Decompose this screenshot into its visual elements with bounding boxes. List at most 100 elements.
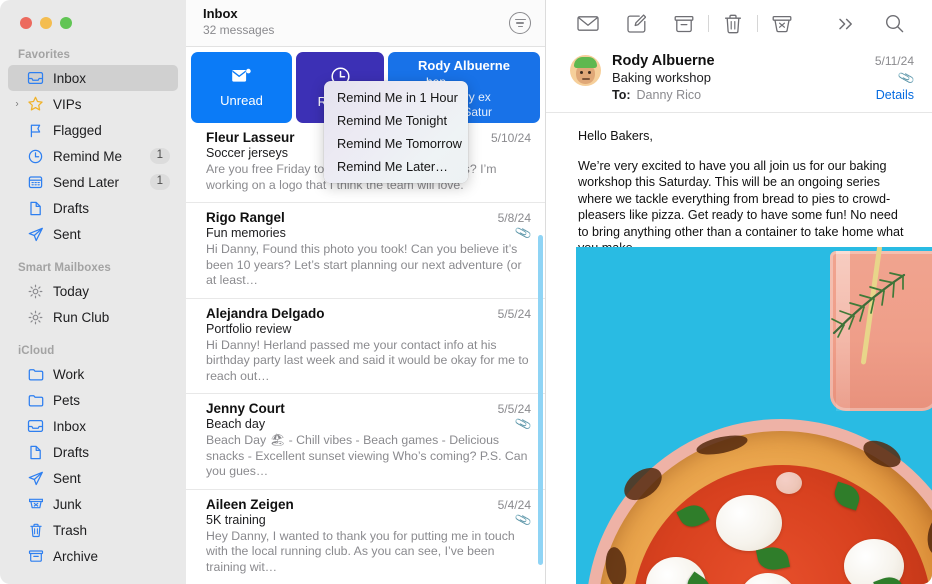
menu-item-remind-later[interactable]: Remind Me Later…	[324, 155, 468, 178]
list-item-date: 5/5/24	[497, 306, 531, 321]
sidebar-item-icloud-drafts[interactable]: Drafts	[8, 439, 178, 465]
message-body: Hello Bakers, We’re very excited to have…	[546, 113, 932, 269]
flag-icon	[26, 122, 45, 139]
mozzarella-blob	[716, 495, 782, 551]
chevron-right-icon[interactable]: ›	[12, 99, 22, 110]
sidebar-item-icloud-sent[interactable]: Sent	[8, 465, 178, 491]
paperclip-icon: 📎	[897, 68, 916, 87]
list-item[interactable]: Rigo Rangel 5/8/24 Fun memories 📎 Hi Dan…	[186, 203, 545, 299]
list-item-preview: Beach Day 🏖 - Chill vibes - Beach games …	[206, 433, 528, 478]
compose-icon[interactable]	[612, 9, 660, 39]
message-header-text: Rody Albuerne 5/11/24 Baking workshop 📎 …	[612, 53, 916, 102]
folder-icon	[26, 392, 45, 409]
list-item-sender: Jenny Court	[206, 401, 285, 416]
sidebar-item-inbox[interactable]: Inbox	[8, 65, 178, 91]
list-item-date: 5/4/24	[497, 497, 531, 512]
sidebar-item-badge: 1	[149, 148, 170, 164]
memoji-avatar	[570, 55, 601, 86]
sidebar-section-icloud: iCloud	[18, 345, 55, 357]
message-list-scrollbar[interactable]	[538, 235, 543, 565]
to-label: To:	[612, 88, 631, 102]
sidebar-item-vips[interactable]: › VIPs	[8, 91, 178, 117]
sidebar-item-junk[interactable]: Junk	[8, 491, 178, 517]
menu-item-remind-tomorrow[interactable]: Remind Me Tomorrow	[324, 132, 468, 155]
sidebar-item-drafts[interactable]: Drafts	[8, 195, 178, 221]
margherita-pizza-photo[interactable]	[576, 247, 932, 584]
sidebar-item-icloud-inbox[interactable]: Inbox	[8, 413, 178, 439]
junk-icon[interactable]	[758, 9, 806, 39]
close-button[interactable]	[20, 17, 32, 29]
details-link[interactable]: Details	[876, 88, 914, 102]
sidebar-item-sent[interactable]: Sent	[8, 221, 178, 247]
message-body-paragraph: Hello Bakers,	[578, 129, 653, 143]
list-item-date: 5/10/24	[490, 131, 531, 145]
sidebar-item-pets[interactable]: Pets	[8, 387, 178, 413]
sidebar-item-remind-me[interactable]: Remind Me 1	[8, 143, 178, 169]
avatar-mouth	[582, 78, 590, 80]
rosemary-sprig	[831, 272, 906, 338]
list-item-sender: Aileen Zeigen	[206, 496, 294, 512]
message-header: Rody Albuerne 5/11/24 Baking workshop 📎 …	[546, 47, 932, 113]
clock-icon	[26, 148, 45, 165]
message-list-pane: Inbox 32 messages Unread Remind	[186, 0, 546, 584]
inbox-icon	[26, 70, 45, 87]
avatar-beanie	[574, 57, 597, 68]
paper-plane-icon	[26, 470, 45, 487]
window-controls	[0, 0, 186, 44]
sidebar-item-send-later[interactable]: Send Later 1	[8, 169, 178, 195]
sidebar-item-flagged[interactable]: Flagged	[8, 117, 178, 143]
paperclip-icon: 📎	[514, 510, 533, 529]
mail-window: Favorites Inbox › VIPs Flagged Remind Me…	[0, 0, 932, 584]
message-list-header: Inbox 32 messages	[186, 0, 545, 47]
search-icon[interactable]	[870, 9, 918, 39]
paperclip-icon: 📎	[514, 414, 533, 434]
sidebar-item-label: Archive	[53, 548, 99, 564]
message-date: 5/11/24	[874, 54, 914, 68]
sidebar-item-trash[interactable]: Trash	[8, 517, 178, 543]
menu-item-remind-tonight[interactable]: Remind Me Tonight	[324, 109, 468, 132]
list-item[interactable]: Aileen Zeigen 5/4/24 5K training 📎 Hey D…	[186, 490, 545, 584]
sidebar-item-label: Sent	[53, 226, 81, 242]
sidebar-item-today[interactable]: Today	[8, 278, 178, 304]
sidebar-item-run-club[interactable]: Run Club	[8, 304, 178, 330]
star-icon	[26, 96, 45, 113]
list-item-preview: Hi Danny, Found this photo you took! Can…	[206, 242, 522, 287]
sidebar-section-smart-mailboxes: Smart Mailboxes	[18, 262, 111, 274]
sidebar-item-archive[interactable]: Archive	[8, 543, 178, 569]
document-icon	[26, 200, 45, 217]
sidebar-item-label: Run Club	[53, 309, 110, 325]
gear-icon	[26, 309, 45, 326]
list-item[interactable]: Jenny Court 5/5/24 Beach day 📎 Beach Day…	[186, 394, 545, 490]
avatar-eye-left	[580, 71, 583, 74]
message-sender: Rody Albuerne	[612, 53, 715, 69]
calendar-icon	[26, 174, 45, 191]
archive-icon[interactable]	[660, 9, 708, 39]
message-subject: Baking workshop	[612, 70, 711, 85]
sidebar-item-label: Remind Me	[53, 148, 123, 164]
list-item-sender: Rody Albuerne	[418, 58, 510, 73]
reading-pane: Rody Albuerne 5/11/24 Baking workshop 📎 …	[546, 0, 932, 584]
gear-icon	[26, 283, 45, 300]
sidebar: Favorites Inbox › VIPs Flagged Remind Me…	[0, 0, 186, 584]
sidebar-item-label: Sent	[53, 470, 81, 486]
list-item[interactable]: Alejandra Delgado 5/5/24 Portfolio revie…	[186, 299, 545, 394]
to-value: Danny Rico	[636, 88, 702, 102]
paper-plane-icon	[26, 226, 45, 243]
filter-icon[interactable]	[509, 12, 531, 34]
page-title: Inbox	[203, 6, 238, 21]
minimize-button[interactable]	[40, 17, 52, 29]
message-body-paragraph: We’re very excited to have you all join …	[578, 158, 904, 256]
menu-item-remind-in-1-hour[interactable]: Remind Me in 1 Hour	[324, 86, 468, 109]
sidebar-item-work[interactable]: Work	[8, 361, 178, 387]
zoom-button[interactable]	[60, 17, 72, 29]
mark-unread-icon[interactable]	[564, 9, 612, 39]
trash-icon[interactable]	[709, 9, 757, 39]
list-item-subject: 5K training	[206, 512, 266, 527]
inbox-icon	[26, 418, 45, 435]
junk-icon	[26, 496, 45, 513]
archive-icon	[26, 548, 45, 565]
more-chevrons-icon[interactable]	[822, 9, 870, 39]
reader-toolbar	[546, 0, 932, 47]
swipe-unread-button[interactable]: Unread	[191, 52, 292, 123]
folder-icon	[26, 366, 45, 383]
